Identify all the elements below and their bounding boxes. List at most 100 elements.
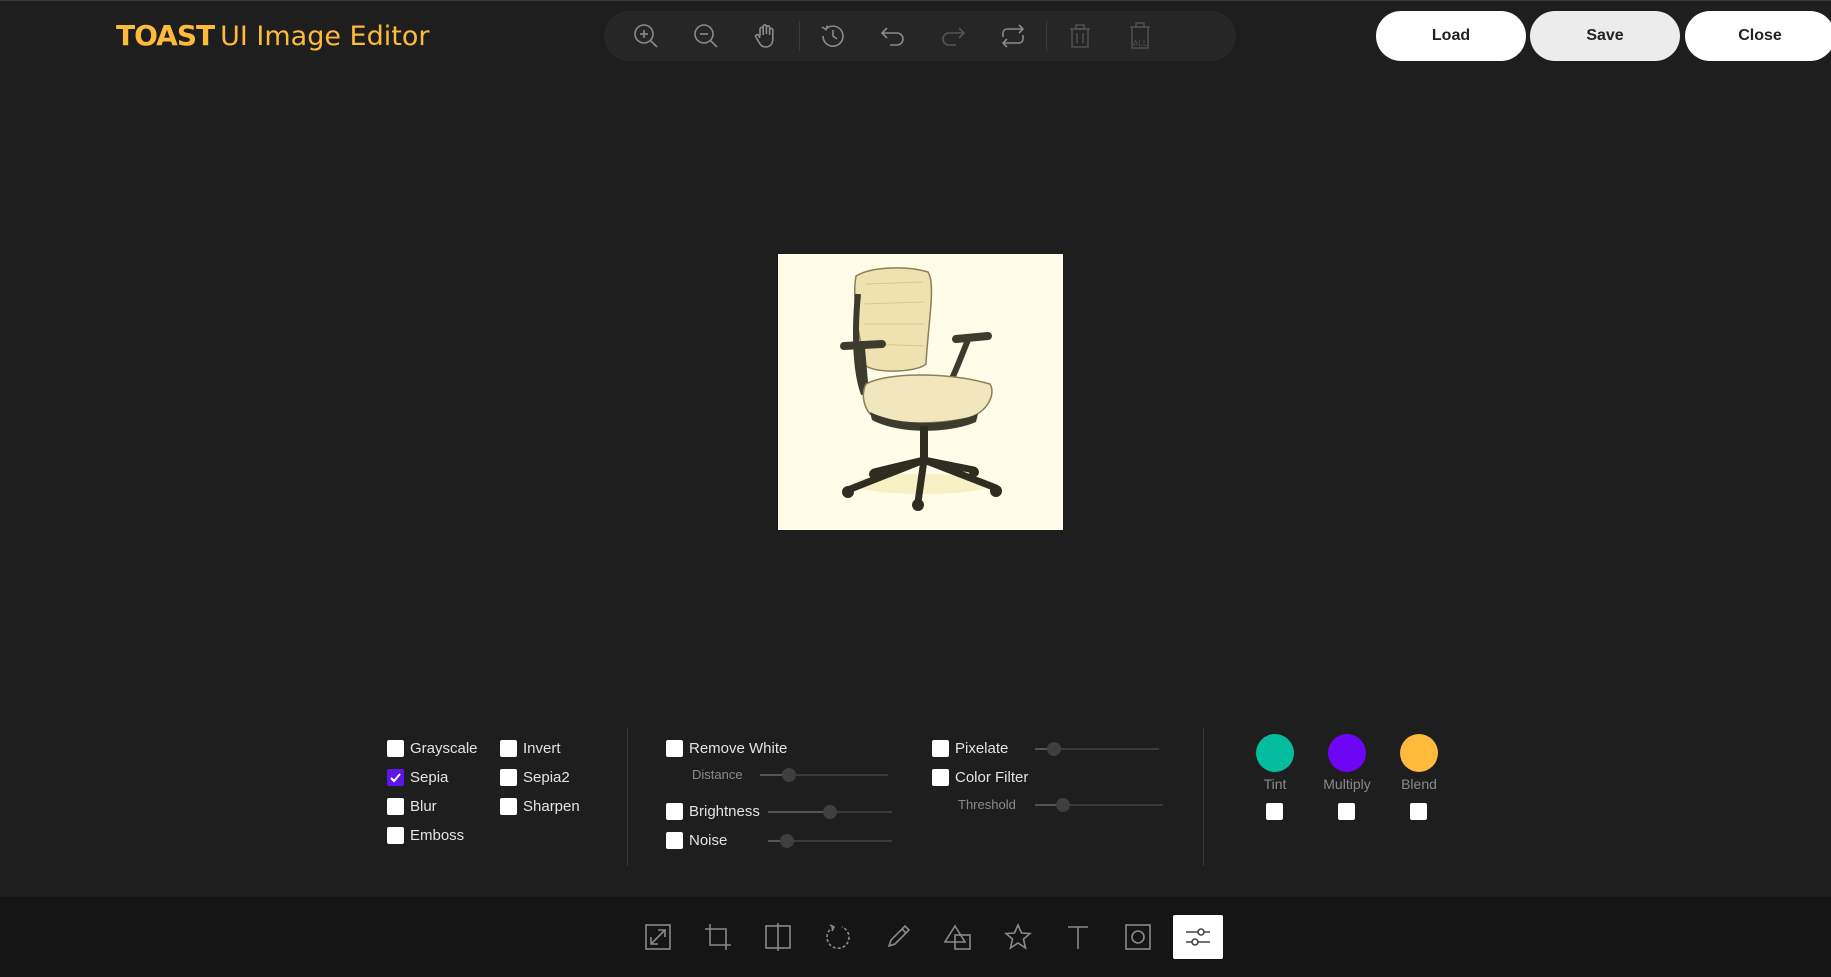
blend-label: Blend	[1401, 776, 1437, 792]
noise-checkbox[interactable]	[666, 832, 683, 849]
remove-white-label: Remove White	[689, 740, 788, 757]
filter-sharpen[interactable]: Sharpen	[500, 798, 580, 815]
filter-brightness[interactable]: Brightness	[666, 803, 760, 820]
undo-button[interactable]	[863, 11, 923, 61]
sepia-label: Sepia	[410, 769, 449, 786]
menu-flip[interactable]	[748, 915, 808, 959]
grayscale-checkbox[interactable]	[387, 740, 404, 757]
menu-text[interactable]	[1048, 915, 1108, 959]
delete-all-button[interactable]: ALL	[1110, 11, 1170, 61]
sepia-checkbox[interactable]	[387, 769, 404, 786]
menu-crop[interactable]	[688, 915, 748, 959]
pixelate-slider-thumb[interactable]	[1046, 742, 1061, 756]
window-top-edge	[0, 0, 1831, 1]
tint-checkbox[interactable]	[1266, 803, 1283, 820]
filter-blur[interactable]: Blur	[387, 798, 437, 815]
delete-button[interactable]	[1050, 11, 1110, 61]
save-button[interactable]: Save	[1530, 11, 1680, 61]
sharpen-checkbox[interactable]	[500, 798, 517, 815]
filter-invert[interactable]: Invert	[500, 740, 561, 757]
canvas-image[interactable]	[778, 254, 1063, 530]
pixelate-checkbox[interactable]	[932, 740, 949, 757]
menu-draw[interactable]	[868, 915, 928, 959]
brightness-slider[interactable]	[768, 805, 892, 819]
main-menu	[628, 915, 1223, 959]
sharpen-label: Sharpen	[523, 798, 580, 815]
toolbar-divider	[1046, 21, 1047, 51]
distance-slider[interactable]	[760, 768, 888, 782]
invert-label: Invert	[523, 740, 561, 757]
filter-divider	[627, 728, 628, 866]
filter-noise[interactable]: Noise	[666, 832, 727, 849]
zoom-out-icon	[694, 24, 718, 48]
tint-color-swatch[interactable]	[1256, 734, 1294, 772]
blur-checkbox[interactable]	[387, 798, 404, 815]
reset-button[interactable]	[983, 11, 1043, 61]
close-button[interactable]: Close	[1685, 11, 1831, 61]
menu-resize[interactable]	[628, 915, 688, 959]
hand-icon	[754, 24, 774, 48]
top-toolbar: ALL	[604, 11, 1236, 61]
hand-button[interactable]	[736, 11, 796, 61]
menu-icon[interactable]	[988, 915, 1048, 959]
grayscale-label: Grayscale	[410, 740, 478, 757]
invert-checkbox[interactable]	[500, 740, 517, 757]
color-filter-label: Color Filter	[955, 769, 1029, 786]
delete-icon	[1070, 24, 1090, 48]
load-button[interactable]: Load	[1376, 11, 1526, 61]
blend-checkbox[interactable]	[1410, 803, 1427, 820]
menu-filter[interactable]	[1173, 915, 1223, 959]
undo-icon	[880, 27, 904, 46]
filter-sepia[interactable]: Sepia	[387, 769, 448, 786]
filter-pixelate[interactable]: Pixelate	[932, 740, 1008, 757]
filter-icon	[1186, 928, 1210, 946]
checkmark-icon	[390, 773, 401, 783]
remove-white-checkbox[interactable]	[666, 740, 683, 757]
office-chair-image	[778, 254, 1063, 530]
noise-slider-thumb[interactable]	[779, 834, 794, 848]
filter-emboss[interactable]: Emboss	[387, 827, 464, 844]
threshold-slider[interactable]	[1035, 798, 1163, 812]
mask-icon	[1125, 924, 1151, 950]
tint-label: Tint	[1263, 776, 1287, 792]
logo-title: UI Image Editor	[220, 21, 430, 52]
emboss-checkbox[interactable]	[387, 827, 404, 844]
pixelate-slider[interactable]	[1035, 742, 1159, 756]
brightness-checkbox[interactable]	[666, 803, 683, 820]
brightness-slider-fill	[768, 811, 830, 813]
multiply-color-swatch[interactable]	[1328, 734, 1366, 772]
redo-button[interactable]	[923, 11, 983, 61]
rotate-icon	[826, 924, 850, 949]
threshold-slider-thumb[interactable]	[1056, 798, 1071, 812]
delete-all-label: ALL	[1133, 39, 1148, 48]
brightness-slider-thumb[interactable]	[823, 805, 837, 819]
zoom-out-button[interactable]	[676, 11, 736, 61]
multiply-label: Multiply	[1323, 776, 1371, 792]
history-button[interactable]	[803, 11, 863, 61]
emboss-label: Emboss	[410, 827, 465, 844]
shape-icon	[943, 924, 971, 950]
distance-label: Distance	[692, 767, 743, 782]
filter-sepia2[interactable]: Sepia2	[500, 769, 570, 786]
crop-icon	[705, 924, 731, 950]
filter-color-filter[interactable]: Color Filter	[932, 769, 1028, 786]
menu-rotate[interactable]	[808, 915, 868, 959]
noise-slider[interactable]	[768, 834, 892, 848]
sepia2-checkbox[interactable]	[500, 769, 517, 786]
filter-grayscale[interactable]: Grayscale	[387, 740, 478, 757]
flip-icon	[765, 923, 791, 951]
filter-remove-white[interactable]: Remove White	[666, 740, 787, 757]
menu-mask[interactable]	[1108, 915, 1168, 959]
distance-slider-thumb[interactable]	[782, 768, 797, 782]
zoom-in-icon	[634, 24, 658, 48]
draw-icon	[887, 924, 911, 948]
pixelate-label: Pixelate	[955, 740, 1009, 757]
blend-color-swatch[interactable]	[1400, 734, 1438, 772]
logo-brand: TOAST	[116, 19, 215, 52]
zoom-in-button[interactable]	[616, 11, 676, 61]
logo: TOAST UI Image Editor	[116, 19, 429, 52]
redo-icon	[942, 27, 966, 46]
color-filter-checkbox[interactable]	[932, 769, 949, 786]
multiply-checkbox[interactable]	[1338, 803, 1355, 820]
menu-shape[interactable]	[928, 915, 988, 959]
